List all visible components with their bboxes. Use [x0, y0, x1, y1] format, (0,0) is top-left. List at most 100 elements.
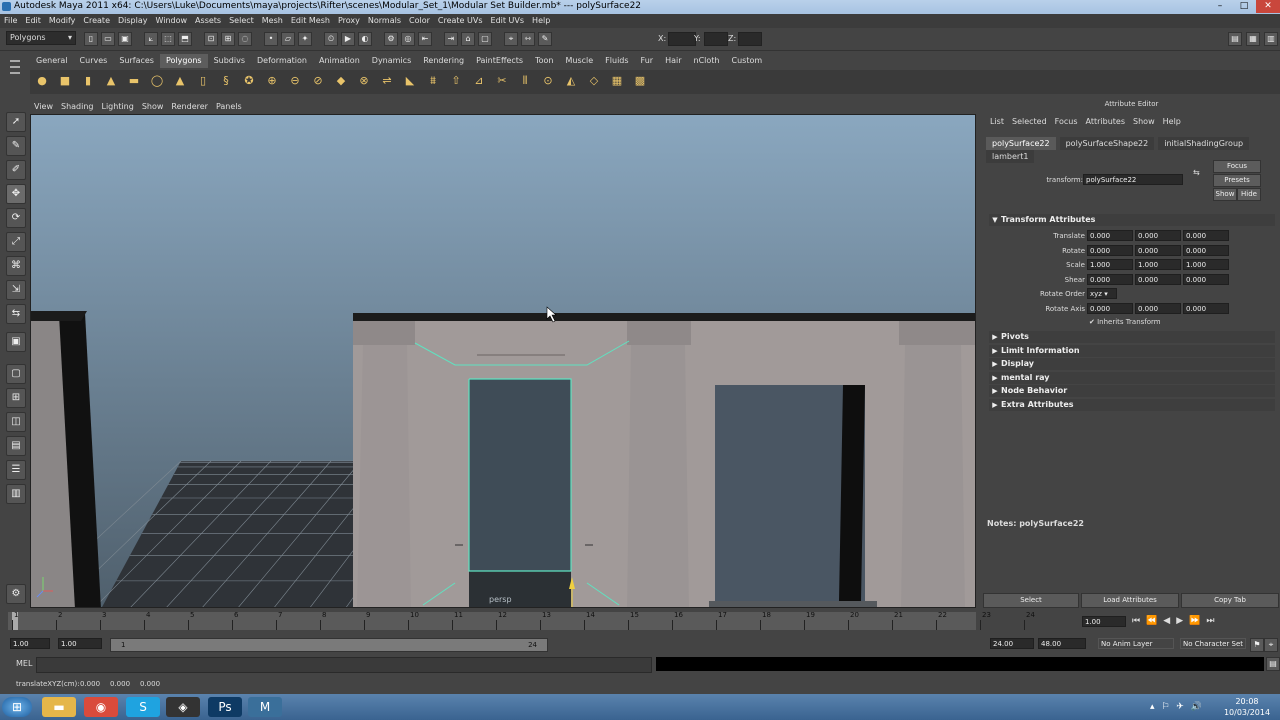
photoshop-icon[interactable]: Ps	[208, 697, 242, 717]
lock-selection-icon[interactable]: ⊡	[204, 32, 218, 46]
show-manip-icon[interactable]: ⇆	[6, 304, 26, 324]
show-button[interactable]: Show	[1213, 188, 1237, 201]
system-tray-icons[interactable]: ▴ ⚐ ✈ 🔊	[1150, 702, 1204, 712]
auto-key-icon[interactable]: ⌖	[1264, 638, 1278, 652]
layout-hypershade-icon[interactable]: ▥	[6, 484, 26, 504]
rotate-axis-x-field[interactable]: 0.000	[1087, 303, 1133, 314]
uv-editor-icon[interactable]: ▦	[609, 73, 625, 89]
shelf-tab-polygons[interactable]: Polygons	[159, 54, 208, 68]
cube-icon[interactable]: ■	[57, 73, 73, 89]
section-limit-information[interactable]: ▶ Limit Information	[989, 344, 1275, 357]
close-button[interactable]: ✕	[1256, 0, 1280, 13]
explorer-icon[interactable]: ▬	[42, 697, 76, 717]
helix-icon[interactable]: §	[218, 73, 234, 89]
shelf-tab-animation[interactable]: Animation	[313, 54, 366, 68]
notes-area[interactable]: Notes: polySurface22	[983, 517, 1280, 589]
layout-outliner-icon[interactable]: ☰	[6, 460, 26, 480]
transform-name-field[interactable]: polySurface22	[1083, 174, 1183, 185]
anim-layer-dropdown[interactable]: No Anim Layer	[1098, 638, 1174, 649]
current-frame-field[interactable]: 1.00	[1082, 616, 1126, 627]
booleans-icon[interactable]: ⊗	[356, 73, 372, 89]
last-tool-icon[interactable]: ▣	[6, 332, 26, 352]
separate-icon[interactable]: ⊖	[287, 73, 303, 89]
quadrangulate-icon[interactable]: ◇	[586, 73, 602, 89]
universal-manip-icon[interactable]: ⌘	[6, 256, 26, 276]
presets-button[interactable]: Presets	[1213, 174, 1261, 187]
playback-end-field[interactable]: 24.00	[990, 638, 1034, 649]
checker-icon[interactable]: ▩	[632, 73, 648, 89]
shelf-tab-toon[interactable]: Toon	[529, 54, 559, 68]
shelf-menu-icon[interactable]	[8, 56, 22, 92]
construction-icon[interactable]: ⌂	[461, 32, 475, 46]
shelf-tab-deformation[interactable]: Deformation	[251, 54, 313, 68]
select-tool-icon[interactable]: ➚	[6, 112, 26, 132]
section-pivots[interactable]: ▶ Pivots	[989, 331, 1275, 343]
rename-icon[interactable]: ✎	[538, 32, 552, 46]
soft-mod-icon[interactable]: ⇲	[6, 280, 26, 300]
shelf-tab-ncloth[interactable]: nCloth	[688, 54, 726, 68]
shelf-tab-subdivs[interactable]: Subdivs	[208, 54, 251, 68]
select-object-icon[interactable]: ⬚	[161, 32, 175, 46]
ae-menu-selected[interactable]: Selected	[1008, 116, 1051, 128]
extrude-icon[interactable]: ⇧	[448, 73, 464, 89]
rotate-y-field[interactable]: 0.000	[1135, 244, 1181, 256]
panel-menu-show[interactable]: Show	[138, 100, 168, 114]
time-slider[interactable]: 1 2 3 4 5 6 7 8 9 10 11 12 13 14 15 16 17 18 19 20 21 22 23 24 …	[0, 608, 1280, 634]
rotate-x-field[interactable]: 0.000	[1087, 244, 1133, 256]
hypershade-icon[interactable]: ◎	[401, 32, 415, 46]
select-hierarchy-icon[interactable]: ⟀	[144, 32, 158, 46]
start-time-field[interactable]: 1.00	[10, 638, 50, 649]
render-settings-icon[interactable]: ⚙	[384, 32, 398, 46]
select-component-icon[interactable]: ⬒	[178, 32, 192, 46]
cylinder-icon[interactable]: ▮	[80, 73, 96, 89]
snapshot-icon[interactable]: ▢	[478, 32, 492, 46]
z-field[interactable]	[738, 32, 762, 46]
character-set-dropdown[interactable]: No Character Set	[1180, 638, 1246, 649]
copy-tab-button[interactable]: Copy Tab	[1181, 593, 1279, 608]
scale-y-field[interactable]: 1.000	[1135, 259, 1181, 271]
minimize-button[interactable]: –	[1208, 0, 1232, 13]
ae-tab-initialshadinggroup[interactable]: initialShadingGroup	[1158, 137, 1250, 150]
history-icon[interactable]: ⏲	[324, 32, 338, 46]
menu-file[interactable]: File	[0, 14, 21, 28]
maximize-button[interactable]: □	[1232, 0, 1256, 13]
move-tool-icon[interactable]: ✥	[6, 184, 26, 204]
menu-edit-mesh[interactable]: Edit Mesh	[287, 14, 334, 28]
rotate-z-field[interactable]: 0.000	[1183, 244, 1229, 256]
soccer-ball-icon[interactable]: ✪	[241, 73, 257, 89]
translate-z-field[interactable]: 0.000	[1183, 230, 1229, 241]
render-view-icon[interactable]: ⚙	[6, 584, 26, 604]
translate-y-field[interactable]: 0.000	[1135, 230, 1181, 241]
shelf-tab-general[interactable]: General	[30, 54, 74, 68]
panel-menu-lighting[interactable]: Lighting	[97, 100, 137, 114]
menu-help[interactable]: Help	[528, 14, 554, 28]
ae-menu-attributes[interactable]: Attributes	[1082, 116, 1130, 128]
open-scene-icon[interactable]: ▭	[101, 32, 115, 46]
shelf-tab-hair[interactable]: Hair	[659, 54, 687, 68]
make-live-icon[interactable]: ✦	[298, 32, 312, 46]
mel-command-input[interactable]	[36, 657, 652, 673]
ae-tab-polysurfaceshape22[interactable]: polySurfaceShape22	[1059, 137, 1155, 150]
menu-select[interactable]: Select	[225, 14, 258, 28]
hide-button[interactable]: Hide	[1237, 188, 1261, 201]
save-scene-icon[interactable]: ▣	[118, 32, 132, 46]
mirror-icon[interactable]: ⇌	[379, 73, 395, 89]
shelf-tab-rendering[interactable]: Rendering	[417, 54, 470, 68]
panel-menu-view[interactable]: View	[30, 100, 57, 114]
torus-icon[interactable]: ◯	[149, 73, 165, 89]
rotate-tool-icon[interactable]: ⟳	[6, 208, 26, 228]
menu-create[interactable]: Create	[79, 14, 114, 28]
toggle-tool-settings-icon[interactable]: ▦	[1246, 32, 1260, 46]
x-field[interactable]	[668, 32, 696, 46]
ae-tab-lambert1[interactable]: lambert1	[986, 150, 1035, 163]
script-editor-icon[interactable]: ▤	[1266, 657, 1280, 671]
maya-icon[interactable]: M	[248, 697, 282, 717]
ipr-icon[interactable]: ◐	[358, 32, 372, 46]
snap-point-icon[interactable]: •	[264, 32, 278, 46]
menu-create-uvs[interactable]: Create UVs	[434, 14, 487, 28]
translate-x-field[interactable]: 0.000	[1087, 230, 1133, 241]
menu-display[interactable]: Display	[114, 14, 152, 28]
menu-mesh[interactable]: Mesh	[258, 14, 287, 28]
ae-menu-list[interactable]: List	[986, 116, 1008, 128]
rotate-axis-y-field[interactable]: 0.000	[1135, 303, 1181, 314]
